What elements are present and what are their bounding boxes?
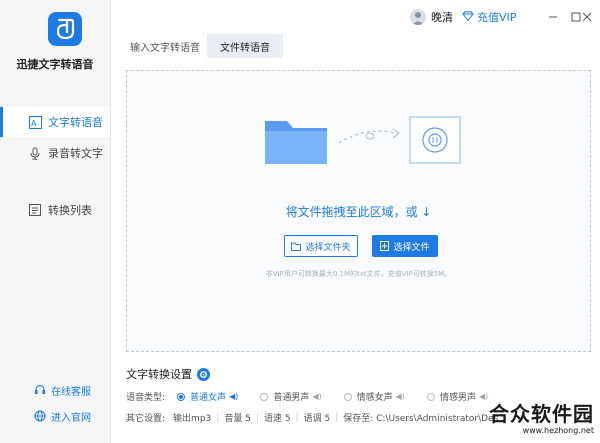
avatar <box>410 9 426 25</box>
official-site-link[interactable]: 进入官网 <box>0 406 110 426</box>
app-logo <box>48 12 82 46</box>
official-site-label: 进入官网 <box>51 412 91 424</box>
drop-hint: 将文件拖拽至此区域，或 ↓ <box>285 205 432 219</box>
select-folder-label: 选择文件夹 <box>305 242 351 253</box>
add-file-icon <box>380 241 390 251</box>
save-path[interactable]: 保存至: C:\Users\Administrator\Des <box>343 411 498 424</box>
sidebar-item-speech-to-text[interactable]: 录音转文字 <box>0 138 110 168</box>
sidebar-item-label: 录音转文字 <box>48 147 103 160</box>
sidebar-item-text-to-speech[interactable]: A 文字转语音 <box>0 107 110 137</box>
output-format[interactable]: 输出mp3 <box>173 411 211 424</box>
watermark-url: www.hezhong.net <box>522 426 594 435</box>
microphone-icon <box>28 146 42 160</box>
voice-option-emotional-male[interactable]: 情感男声 ◀) <box>426 390 488 403</box>
folder-icon <box>265 121 327 164</box>
vip-limit-note: 非VIP用户可转换最大0.1M的txt文件，充值VIP可转换5M。 <box>265 270 452 278</box>
sidebar-item-label: 转换列表 <box>48 204 92 217</box>
gear-icon[interactable] <box>197 367 210 381</box>
tab-input-text[interactable]: 输入文字转语音 <box>124 34 206 58</box>
file-drop-zone[interactable]: 将文件拖拽至此区域，或 ↓ 选择文件夹 选择文件 非VIP用户可转换最大0.1M… <box>126 70 591 352</box>
sidebar-item-conversion-list[interactable]: 转换列表 <box>0 195 110 225</box>
online-support-link[interactable]: 在线客服 <box>0 380 110 400</box>
other-settings-label: 其它设置: <box>126 414 166 424</box>
voice-option-label: 情感女声 <box>356 393 393 403</box>
svg-text:A: A <box>31 119 37 128</box>
speaker-icon[interactable]: ◀) <box>312 392 321 401</box>
speaker-icon[interactable]: ◀) <box>396 392 405 401</box>
voice-option-emotional-female[interactable]: 情感女声 ◀) <box>343 390 405 403</box>
speaker-icon[interactable]: ◀) <box>479 392 488 401</box>
online-support-label: 在线客服 <box>51 386 91 398</box>
vip-label: 充值VIP <box>477 11 517 24</box>
watermark: 合众软件园 www.hezhong.net <box>489 398 594 435</box>
recharge-vip-button[interactable]: 充值VIP <box>462 9 516 25</box>
volume-setting[interactable]: 音量 5 <box>224 411 251 424</box>
username: 晚清 <box>431 11 453 24</box>
voice-option-label: 普通男声 <box>273 393 310 403</box>
user-profile[interactable]: 晚清 <box>410 9 453 25</box>
globe-icon <box>34 410 46 422</box>
title-bar: 晚清 充值VIP <box>110 0 600 34</box>
diamond-icon <box>462 10 474 24</box>
voice-type-row: 语音类型: 普通女声 ◀) 普通男声 ◀) 情感女声 ◀) 情感男声 ◀) <box>126 390 488 403</box>
sidebar-item-label: 文字转语音 <box>48 116 103 129</box>
select-folder-button[interactable]: 选择文件夹 <box>284 235 358 257</box>
watermark-main: 合众软件园 <box>489 402 594 426</box>
voice-option-standard-female[interactable]: 普通女声 ◀) <box>177 390 238 403</box>
close-button[interactable] <box>580 10 594 24</box>
settings-title-text: 文字转换设置 <box>126 368 192 381</box>
pitch-setting[interactable]: 语调 5 <box>304 411 331 424</box>
audio-file-icon <box>409 116 461 164</box>
folder-outline-icon <box>291 242 302 251</box>
voice-option-standard-male[interactable]: 普通男声 ◀) <box>260 390 322 403</box>
sidebar: 迅捷文字转语音 A 文字转语音 录音转文字 转换列表 在线客服 进入官网 <box>0 0 111 443</box>
customer-service-icon <box>34 384 46 396</box>
minimize-icon <box>549 16 557 18</box>
app-name: 迅捷文字转语音 <box>16 58 94 71</box>
conversion-settings-title: 文字转换设置 <box>126 366 210 382</box>
select-file-button[interactable]: 选择文件 <box>372 235 438 257</box>
voice-option-label: 普通女声 <box>190 393 227 403</box>
select-file-label: 选择文件 <box>393 242 430 253</box>
voice-option-label: 情感男声 <box>439 393 476 403</box>
voice-type-label: 语音类型: <box>126 393 166 403</box>
speaker-icon[interactable]: ◀) <box>229 392 238 401</box>
text-to-speech-icon: A <box>28 115 42 129</box>
drop-illustration <box>265 116 461 164</box>
minimize-button[interactable] <box>546 10 560 24</box>
other-settings-row: 其它设置: 输出mp3 | 音量 5 | 语速 5 | 语调 5 | 保存至: C:\U… <box>126 411 499 425</box>
app-window: 迅捷文字转语音 A 文字转语音 录音转文字 转换列表 在线客服 进入官网 晚清 … <box>0 0 600 443</box>
list-icon <box>28 203 42 217</box>
tab-file-to-speech[interactable]: 文件转语音 <box>207 34 283 58</box>
tab-bar: 输入文字转语音 文件转语音 <box>110 34 600 58</box>
close-icon <box>582 12 592 22</box>
speed-setting[interactable]: 语速 5 <box>264 411 291 424</box>
